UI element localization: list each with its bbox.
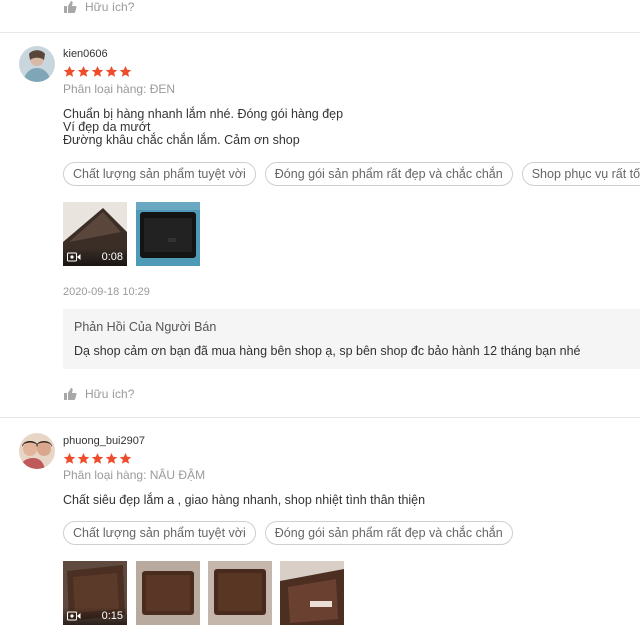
review-image-thumbnail[interactable] (136, 202, 200, 266)
tag: Shop phục vụ rất tốt (521, 162, 640, 186)
tag: Đóng gói sản phẩm rất đẹp và chắc chắn (264, 521, 513, 545)
comment-line: Đường khâu chắc chắn lắm. Cảm ơn shop (63, 133, 300, 147)
seller-reply-title: Phản Hồi Của Người Bán (74, 320, 217, 334)
helpful-button[interactable]: Hữu ích? (63, 387, 134, 401)
review-tags: Chất lượng sản phẩm tuyệt vời Đóng gói s… (63, 521, 513, 545)
tag: Chất lượng sản phẩm tuyệt vời (63, 162, 256, 186)
review-image-thumbnail[interactable] (136, 561, 200, 625)
video-duration: 0:15 (101, 610, 123, 622)
star-icon (91, 452, 104, 464)
thumbs-up-icon (64, 388, 77, 400)
helpful-label: Hữu ích? (85, 387, 135, 401)
star-icon (119, 452, 132, 464)
divider (0, 32, 640, 33)
review-tags: Chất lượng sản phẩm tuyệt vời Đóng gói s… (63, 162, 640, 186)
username[interactable]: kien0606 (63, 48, 108, 60)
seller-reply-body: Dạ shop cảm ơn bạn đã mua hàng bên shop … (74, 344, 581, 358)
video-camera-icon (67, 611, 81, 621)
username[interactable]: phuong_bui2907 (63, 435, 145, 447)
avatar[interactable] (19, 46, 55, 82)
comment-line: Chất siêu đẹp lắm a , giao hàng nhanh, s… (63, 493, 426, 507)
variation-label: Phân loại hàng: ĐEN (63, 82, 176, 96)
seller-reply: Phản Hồi Của Người Bán Dạ shop cảm ơn bạ… (63, 309, 640, 369)
star-icon (119, 65, 132, 77)
review-comment: Chất siêu đẹp lắm a , giao hàng nhanh, s… (63, 494, 425, 507)
star-icon (63, 65, 76, 77)
video-overlay: 0:08 (63, 248, 127, 266)
tag: Đóng gói sản phẩm rất đẹp và chắc chắn (264, 162, 513, 186)
video-overlay: 0:15 (63, 607, 127, 625)
star-icon (105, 65, 118, 77)
review-video-thumbnail[interactable]: 0:15 (63, 561, 127, 625)
tag: Chất lượng sản phẩm tuyệt vời (63, 521, 256, 545)
review-comment: Chuẩn bị hàng nhanh lắm nhé. Đóng gói hà… (63, 108, 343, 147)
review-timestamp: 2020-09-18 10:29 (63, 286, 150, 298)
star-icon (63, 452, 76, 464)
rating-stars (63, 65, 132, 78)
thumbs-up-icon (64, 1, 77, 13)
variation-label: Phân loại hàng: NÂU ĐẬM (63, 468, 206, 482)
helpful-label: Hữu ích? (85, 0, 135, 14)
star-icon (77, 452, 90, 464)
star-icon (91, 65, 104, 77)
review-image-thumbnail[interactable] (280, 561, 344, 625)
video-camera-icon (67, 252, 81, 262)
helpful-button[interactable]: Hữu ích? (63, 0, 134, 14)
divider (0, 417, 640, 418)
rating-stars (63, 452, 132, 465)
review-video-thumbnail[interactable]: 0:08 (63, 202, 127, 266)
video-duration: 0:08 (101, 251, 123, 263)
avatar[interactable] (19, 433, 55, 469)
star-icon (77, 65, 90, 77)
star-icon (105, 452, 118, 464)
review-image-thumbnail[interactable] (208, 561, 272, 625)
